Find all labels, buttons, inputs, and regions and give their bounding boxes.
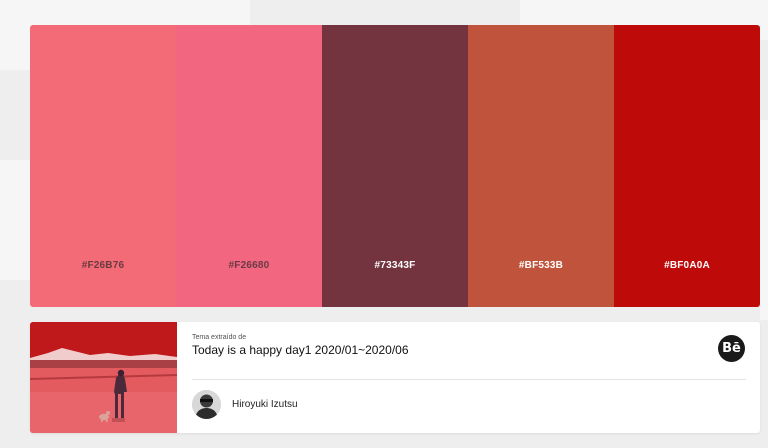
swatch-hex-label: #73343F	[374, 260, 416, 271]
color-palette: #F26B76 #F26680 #73343F #BF533B #BF0A0A	[30, 25, 760, 307]
color-swatch-4[interactable]: #BF533B	[468, 25, 614, 307]
author-link[interactable]: Hiroyuki Izutsu	[192, 390, 298, 419]
color-swatch-3[interactable]: #73343F	[322, 25, 468, 307]
swatch-hex-label: #BF0A0A	[664, 260, 710, 271]
divider	[192, 379, 746, 380]
swatch-hex-label: #BF533B	[518, 260, 564, 271]
project-title[interactable]: Today is a happy day1 2020/01~2020/06	[192, 343, 746, 357]
swatch-hex-label: #F26B76	[81, 260, 125, 271]
source-meta: Tema extraído de Today is a happy day1 2…	[192, 334, 746, 357]
color-swatch-1[interactable]: #F26B76	[30, 25, 176, 307]
avatar-image	[192, 390, 221, 419]
behance-icon[interactable]: Bē	[718, 335, 745, 362]
color-swatch-5[interactable]: #BF0A0A	[614, 25, 760, 307]
extracted-from-label: Tema extraído de	[192, 334, 247, 341]
color-swatch-2[interactable]: #F26680	[176, 25, 322, 307]
source-card: Tema extraído de Today is a happy day1 2…	[30, 322, 760, 433]
swatch-hex-label: #F26680	[228, 260, 270, 271]
avatar	[192, 390, 221, 419]
artwork-image	[30, 322, 177, 433]
author-name: Hiroyuki Izutsu	[232, 399, 298, 410]
artwork-thumbnail[interactable]	[30, 322, 177, 433]
